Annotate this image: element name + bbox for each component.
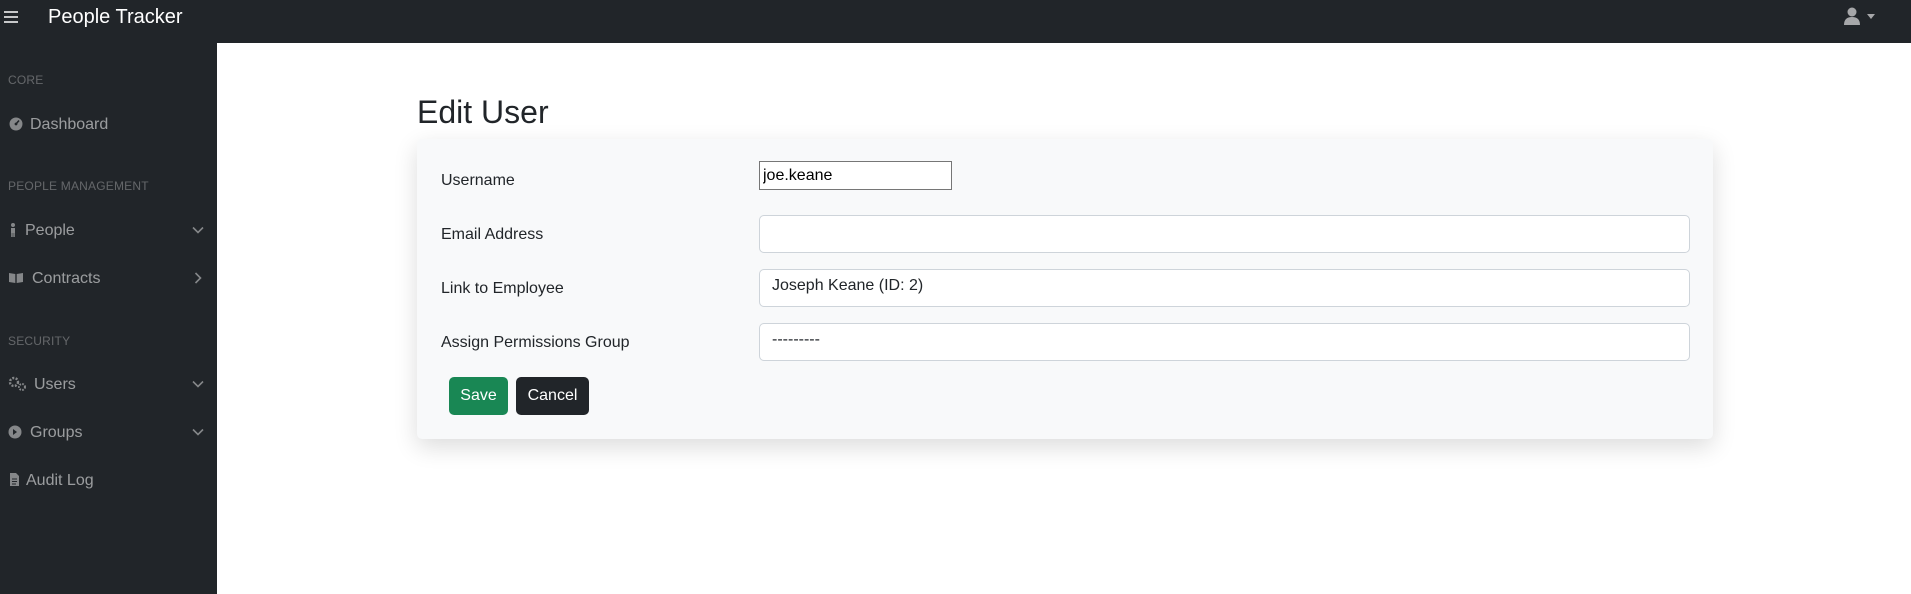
gears-icon [8, 376, 26, 391]
sidebar-item-label: Dashboard [30, 116, 109, 133]
employee-label: Link to Employee [441, 280, 564, 297]
employee-select[interactable]: Joseph Keane (ID: 2) [759, 269, 1690, 307]
permissions-group-label: Assign Permissions Group [441, 334, 630, 351]
user-icon [1844, 7, 1860, 25]
sidebar-item-label: People [25, 222, 75, 239]
edit-user-form: Username Email Address Link to Employee … [417, 139, 1713, 439]
document-icon [10, 473, 19, 486]
person-icon [11, 223, 15, 237]
sidebar-heading-core: CORE [8, 73, 44, 87]
username-input[interactable] [759, 161, 952, 190]
book-icon [9, 273, 23, 283]
save-button[interactable]: Save [449, 377, 508, 415]
sidebar-item-label: Audit Log [26, 472, 94, 489]
page-title: Edit User [417, 94, 549, 130]
sidebar-item-dashboard[interactable]: Dashboard [8, 112, 208, 140]
username-label: Username [441, 172, 515, 189]
top-navbar: People Tracker [0, 0, 1911, 43]
sidebar-heading-people: PEOPLE MANAGEMENT [8, 179, 149, 193]
menu-toggle-icon[interactable] [4, 8, 22, 24]
sidebar-item-label: Contracts [32, 270, 101, 287]
sidebar-item-label: Users [34, 376, 76, 393]
app-brand[interactable]: People Tracker [48, 6, 183, 29]
email-label: Email Address [441, 226, 544, 243]
sidebar-heading-security: SECURITY [8, 334, 71, 348]
sidebar-item-audit-log[interactable]: Audit Log [8, 468, 208, 496]
sidebar-item-contracts[interactable]: Contracts [8, 266, 208, 294]
chevron-down-icon [192, 380, 204, 388]
sidebar-item-label: Groups [30, 424, 83, 441]
group-icon [8, 425, 22, 439]
user-menu[interactable] [1842, 6, 1882, 28]
chevron-down-icon [192, 428, 204, 436]
chevron-down-icon [192, 226, 204, 234]
sidebar-item-groups[interactable]: Groups [8, 420, 208, 448]
sidebar-item-users[interactable]: Users [8, 372, 208, 400]
chevron-right-icon [194, 272, 202, 284]
sidebar-item-people[interactable]: People [8, 218, 208, 246]
email-input[interactable] [759, 215, 1690, 253]
chevron-down-icon [1867, 14, 1875, 19]
dashboard-icon [9, 117, 23, 131]
sidebar: CORE Dashboard PEOPLE MANAGEMENT People … [0, 43, 217, 594]
permissions-group-select[interactable]: --------- [759, 323, 1690, 361]
cancel-button[interactable]: Cancel [516, 377, 589, 415]
